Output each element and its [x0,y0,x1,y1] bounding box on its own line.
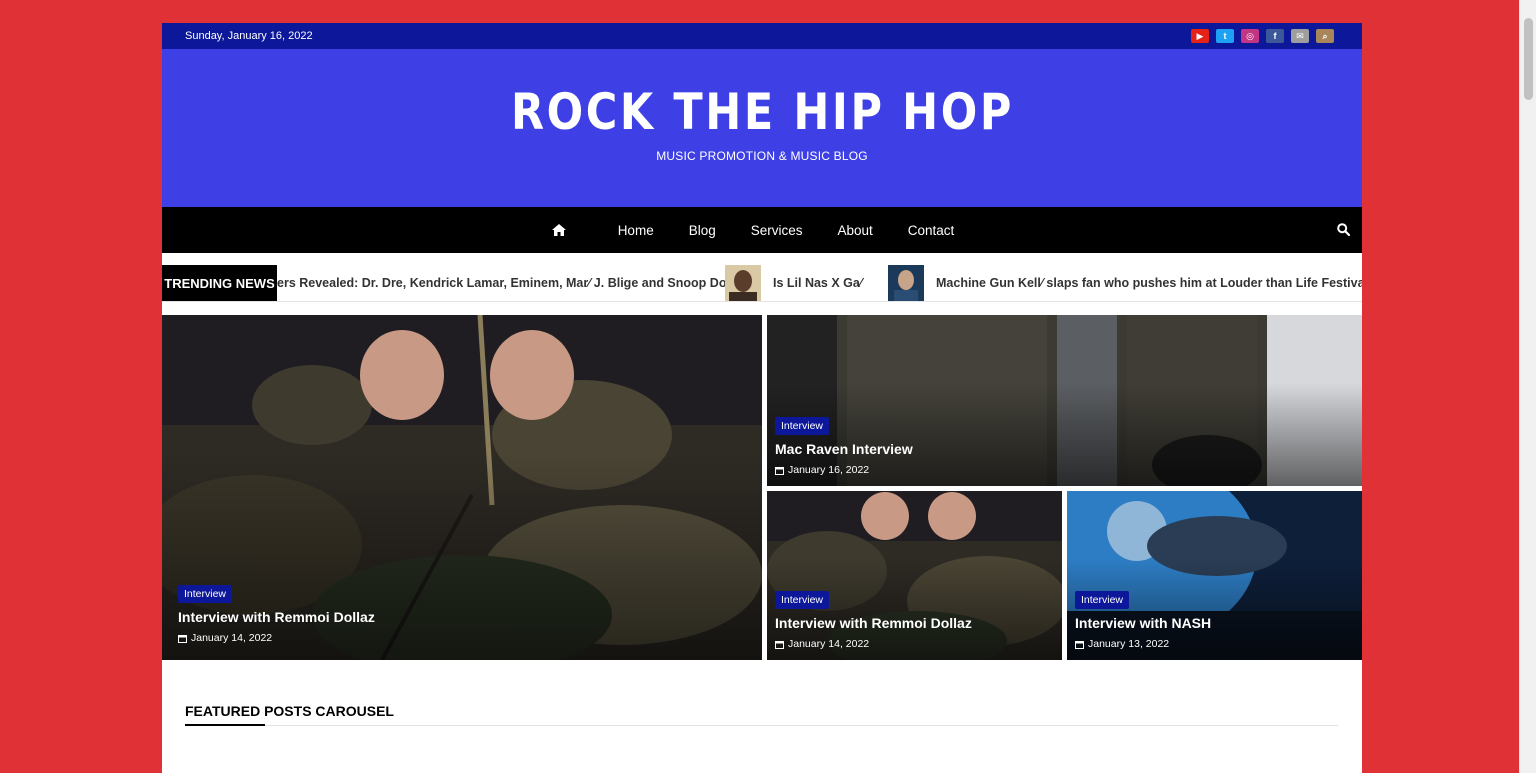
facebook-icon[interactable]: f [1266,29,1284,43]
post-date-text: January 14, 2022 [191,632,273,644]
category-badge[interactable]: Interview [775,417,830,435]
site-header: ROCK THE HIP HOP MUSIC PROMOTION & MUSIC… [162,49,1362,207]
email-icon[interactable]: ✉ [1291,29,1309,43]
youtube-icon[interactable]: ▶ [1191,29,1209,43]
category-badge[interactable]: Interview [178,585,233,603]
post-date: January 16, 2022 [775,464,913,476]
post-date-text: January 14, 2022 [788,638,870,650]
trending-news-bar: TRENDING NEWS ers Revealed: Dr. Dre, Ken… [162,265,1362,302]
nav-home[interactable]: Home [618,223,654,238]
post-card[interactable]: Interview Interview with Remmoi Dollaz J… [162,315,762,660]
post-date: January 14, 2022 [775,638,972,650]
heading-underline [185,724,265,726]
news-ticker: ers Revealed: Dr. Dre, Kendrick Lamar, E… [277,265,1362,301]
nav-services[interactable]: Services [751,223,803,238]
post-date-text: January 13, 2022 [1088,638,1170,650]
current-date: Sunday, January 16, 2022 [185,30,313,42]
calendar-icon [775,640,784,649]
calendar-icon [1075,640,1084,649]
nav-about[interactable]: About [838,223,873,238]
ticker-thumbnail[interactable] [725,265,761,301]
ticker-item-title[interactable]: Machine Gun Kell⁄ slaps fan who pushes h… [936,276,1362,290]
top-bar: Sunday, January 16, 2022 ▶ t ◎ f ✉ ⌕ [162,23,1362,49]
post-card[interactable]: Interview Interview with NASH January 13… [1067,491,1362,660]
ticker-item-title[interactable]: ers Revealed: Dr. Dre, Kendrick Lamar, E… [277,276,742,290]
ticker-item[interactable]: Is Lil Nas X Ga⁄ [725,265,862,301]
post-title[interactable]: Interview with NASH [1075,615,1211,631]
post-meta: Interview Mac Raven Interview January 16… [775,416,913,476]
main-navigation: Home Blog Services About Contact [162,207,1362,253]
nav-contact[interactable]: Contact [908,223,955,238]
category-badge[interactable]: Interview [1075,591,1130,609]
post-date: January 13, 2022 [1075,638,1211,650]
featured-grid: Interview Interview with Remmoi Dollaz J… [162,315,1362,660]
search-icon[interactable] [1337,223,1350,236]
ticker-item[interactable]: Machine Gun Kell⁄ slaps fan who pushes h… [888,265,1362,301]
scrollbar-thumb[interactable] [1524,18,1533,100]
instagram-icon[interactable]: ◎ [1241,29,1259,43]
post-meta: Interview Interview with Remmoi Dollaz J… [775,590,972,650]
ticker-item-title[interactable]: Is Lil Nas X Ga⁄ [773,276,862,290]
post-meta: Interview Interview with NASH January 13… [1075,590,1211,650]
page-container: Sunday, January 16, 2022 ▶ t ◎ f ✉ ⌕ ROC… [162,23,1362,773]
trending-label: TRENDING NEWS [162,265,277,301]
scrollbar[interactable] [1519,0,1536,773]
post-meta: Interview Interview with Remmoi Dollaz J… [178,584,375,644]
post-title[interactable]: Interview with Remmoi Dollaz [775,615,972,631]
post-date-text: January 16, 2022 [788,464,870,476]
post-date: January 14, 2022 [178,632,375,644]
social-links: ▶ t ◎ f ✉ ⌕ [1191,29,1334,43]
twitter-icon[interactable]: t [1216,29,1234,43]
home-icon[interactable] [552,224,567,236]
section-heading: FEATURED POSTS CAROUSEL [185,703,394,719]
post-card[interactable]: Interview Mac Raven Interview January 16… [767,315,1362,486]
ticker-item[interactable]: ers Revealed: Dr. Dre, Kendrick Lamar, E… [277,265,742,301]
search-icon[interactable]: ⌕ [1316,29,1334,43]
calendar-icon [775,466,784,475]
ticker-thumbnail[interactable] [888,265,924,301]
post-card[interactable]: Interview Interview with Remmoi Dollaz J… [767,491,1062,660]
featured-carousel-section: FEATURED POSTS CAROUSEL [185,703,1338,726]
post-title[interactable]: Interview with Remmoi Dollaz [178,609,375,625]
site-tagline: MUSIC PROMOTION & MUSIC BLOG [656,149,868,163]
nav-blog[interactable]: Blog [689,223,716,238]
category-badge[interactable]: Interview [775,591,830,609]
site-title[interactable]: ROCK THE HIP HOP [511,83,1014,141]
post-title[interactable]: Mac Raven Interview [775,441,913,457]
calendar-icon [178,634,187,643]
